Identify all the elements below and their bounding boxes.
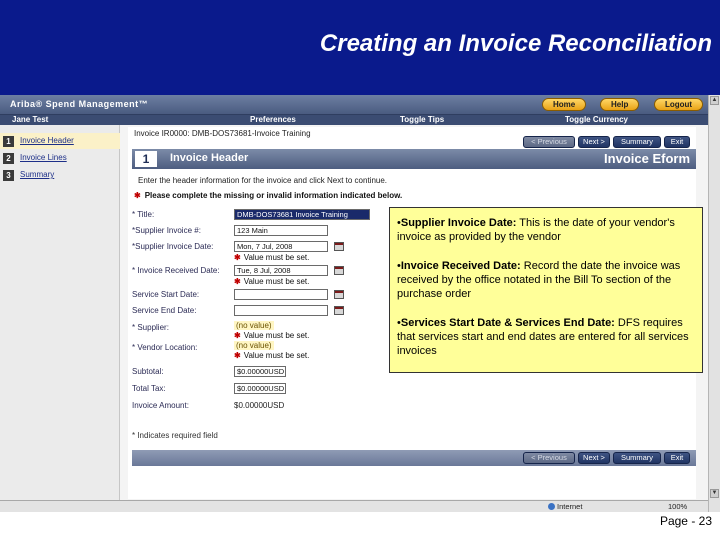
step-sidebar: 1 Invoice Header 2 Invoice Lines 3 Summa… — [0, 125, 120, 500]
slide-title: Creating an Invoice Reconciliation — [319, 30, 712, 57]
title-field[interactable]: DMB-DOS73681 Invoice Training — [234, 209, 370, 220]
step-number: 2 — [3, 153, 14, 164]
calendar-icon[interactable] — [334, 306, 344, 315]
service-end-date-label: Service End Date: — [132, 306, 197, 315]
bottom-button-row: < Previous Next > Summary Exit — [523, 452, 693, 464]
supplier-invoice-number-field[interactable]: 123 Main — [234, 225, 328, 236]
vendor-location-error: ✱ Value must be set. — [234, 351, 309, 360]
calendar-icon[interactable] — [334, 242, 344, 251]
sidebar-item-label: Summary — [20, 170, 55, 179]
callout-item: •Invoice Received Date: Record the date … — [397, 259, 694, 301]
toggle-currency-link[interactable]: Toggle Currency — [565, 115, 628, 125]
calendar-icon[interactable] — [334, 290, 344, 299]
step-title: Invoice Header — [170, 152, 249, 164]
error-icon: ✱ — [234, 277, 241, 286]
browser-statusbar: Internet 100% — [0, 500, 708, 512]
previous-button-bottom[interactable]: < Previous — [523, 452, 575, 464]
sidebar-item-label: Invoice Lines — [20, 153, 67, 162]
vendor-location-label: * Vendor Location: — [132, 343, 198, 352]
callout-item: •Supplier Invoice Date: This is the date… — [397, 216, 694, 244]
total-tax-label: Total Tax: — [132, 384, 166, 393]
step-header-bar: 1 Invoice Header Invoice Eform — [132, 149, 696, 169]
summary-button-bottom[interactable]: Summary — [613, 452, 661, 464]
sidebar-item-summary[interactable]: 3 Summary — [0, 167, 120, 183]
supplier-label: * Supplier: — [132, 323, 169, 332]
ariba-logo: Ariba® Spend Management™ — [10, 99, 149, 109]
error-banner-text: Please complete the missing or invalid i… — [144, 191, 403, 200]
error-icon: ✱ — [234, 351, 241, 360]
summary-button[interactable]: Summary — [613, 136, 661, 148]
title-label: * Title: — [132, 210, 155, 219]
supplier-invoice-date-label: *Supplier Invoice Date: — [132, 242, 214, 251]
invoice-received-date-field[interactable]: Tue, 8 Jul, 2008 — [234, 265, 328, 276]
subtotal-label: Subtotal: — [132, 367, 164, 376]
service-end-date-field[interactable] — [234, 305, 328, 316]
step-number-box: 1 — [135, 151, 157, 167]
scroll-down-icon[interactable]: ▼ — [710, 489, 719, 498]
error-message: Value must be set. — [243, 351, 310, 360]
supplier-chooser[interactable]: (no value) — [234, 321, 274, 330]
service-start-date-field[interactable] — [234, 289, 328, 300]
supplier-invoice-date-field[interactable]: Mon, 7 Jul, 2008 — [234, 241, 328, 252]
app-topbar: Ariba® Spend Management™ Home Help Logou… — [0, 95, 708, 115]
slide-title-band: Creating an Invoice Reconciliation — [0, 0, 720, 95]
callout-box: •Supplier Invoice Date: This is the date… — [389, 207, 703, 373]
instructions-text: Enter the header information for the inv… — [138, 176, 388, 185]
globe-icon — [548, 503, 555, 510]
step-number: 1 — [3, 136, 14, 147]
invoice-title: Invoice IR0000: DMB-DOS73681-Invoice Tra… — [134, 129, 311, 138]
supplier-invoice-number-label: *Supplier Invoice #: — [132, 226, 201, 235]
supplier-invoice-date-error: ✱ Value must be set. — [234, 253, 309, 262]
vendor-location-chooser[interactable]: (no value) — [234, 341, 274, 350]
callout-heading: Supplier Invoice Date: — [400, 217, 517, 229]
next-button-bottom[interactable]: Next > — [578, 452, 610, 464]
exit-button-bottom[interactable]: Exit — [664, 452, 690, 464]
page-number: Page - 23 — [659, 514, 712, 528]
error-icon: ✱ — [134, 191, 141, 200]
vertical-scrollbar[interactable]: ▲ ▼ — [708, 95, 720, 512]
sidebar-item-label: Invoice Header — [20, 136, 74, 145]
preferences-link[interactable]: Preferences — [250, 115, 296, 125]
error-icon: ✱ — [234, 331, 241, 340]
sidebar-item-invoice-lines[interactable]: 2 Invoice Lines — [0, 150, 120, 166]
help-button[interactable]: Help — [600, 98, 640, 111]
error-message: Value must be set. — [243, 253, 310, 262]
top-button-row: < Previous Next > Summary Exit — [523, 136, 693, 148]
error-message: Value must be set. — [243, 277, 310, 286]
previous-button[interactable]: < Previous — [523, 136, 575, 148]
exit-button[interactable]: Exit — [664, 136, 690, 148]
eform-title: Invoice Eform — [604, 151, 690, 166]
zoom-level[interactable]: 100% — [668, 502, 687, 511]
scroll-up-icon[interactable]: ▲ — [710, 96, 719, 105]
step-number: 3 — [3, 170, 14, 181]
service-start-date-label: Service Start Date: — [132, 290, 200, 299]
app-subbar: Jane Test Preferences Toggle Tips Toggle… — [0, 115, 708, 125]
logout-button[interactable]: Logout — [654, 98, 704, 111]
invoice-received-date-label: * Invoice Received Date: — [132, 266, 220, 275]
total-tax-field[interactable]: $0.00000USD — [234, 383, 286, 394]
bottom-button-bar: < Previous Next > Summary Exit — [132, 450, 696, 466]
invoice-amount-value: $0.00000USD — [234, 401, 285, 410]
subtotal-field[interactable]: $0.00000USD — [234, 366, 286, 377]
sidebar-item-invoice-header[interactable]: 1 Invoice Header — [0, 133, 120, 149]
toggle-tips-link[interactable]: Toggle Tips — [400, 115, 444, 125]
security-zone: Internet — [548, 502, 582, 511]
supplier-error: ✱ Value must be set. — [234, 331, 309, 340]
callout-heading: Services Start Date & Services End Date: — [400, 317, 615, 329]
zone-label: Internet — [557, 502, 583, 511]
error-icon: ✱ — [234, 253, 241, 262]
home-button[interactable]: Home — [542, 98, 587, 111]
error-banner: ✱ Please complete the missing or invalid … — [134, 191, 402, 200]
invoice-amount-label: Invoice Amount: — [132, 401, 189, 410]
callout-item: •Services Start Date & Services End Date… — [397, 316, 694, 358]
required-footnote: * Indicates required field — [132, 431, 218, 440]
invoice-received-date-error: ✱ Value must be set. — [234, 277, 309, 286]
callout-heading: Invoice Received Date: — [400, 260, 521, 272]
user-name: Jane Test — [12, 115, 49, 124]
calendar-icon[interactable] — [334, 266, 344, 275]
next-button[interactable]: Next > — [578, 136, 610, 148]
error-message: Value must be set. — [243, 331, 310, 340]
